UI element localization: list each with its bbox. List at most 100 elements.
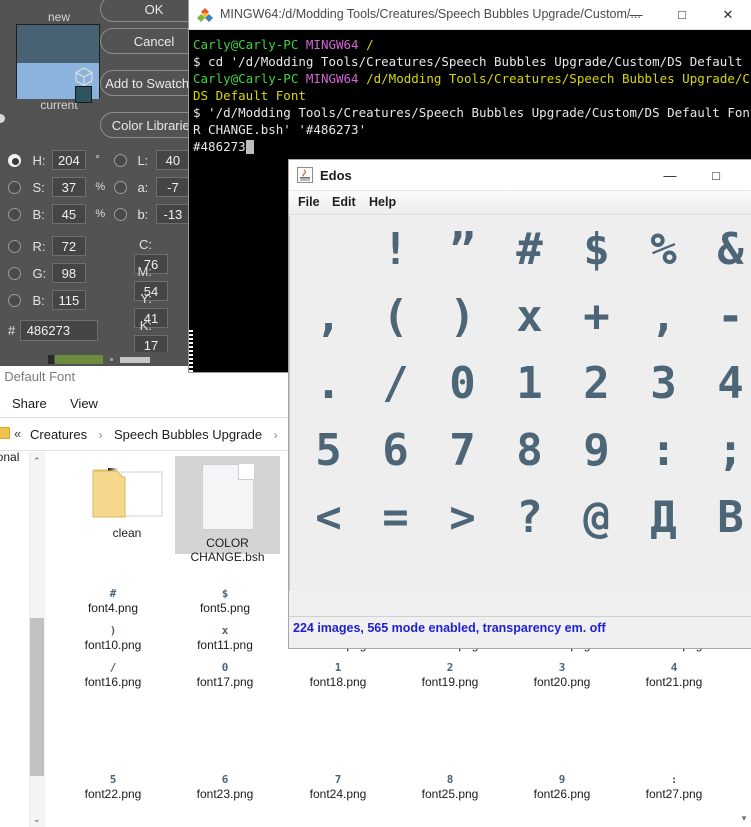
glyph-cell[interactable]: 7 <box>429 417 496 484</box>
png-file-tile[interactable]: 5 font22.png <box>56 773 170 802</box>
tab-view[interactable]: View <box>70 396 98 411</box>
glyph-cell[interactable]: x <box>496 283 563 350</box>
field-row-a[interactable]: a: -7 <box>114 177 190 199</box>
png-file-tile[interactable]: # font4.png <box>56 587 170 616</box>
field-row-H[interactable]: H: 204 ° <box>8 150 100 172</box>
radio-a[interactable] <box>114 180 127 194</box>
png-file-tile[interactable]: 4 font21.png <box>617 661 731 690</box>
field-row-Y[interactable]: Y: 41 <box>130 290 190 328</box>
glyph-cell[interactable]: 4 <box>697 350 751 417</box>
new-color-swatch[interactable] <box>17 25 99 63</box>
input-b[interactable]: -13 <box>155 204 190 224</box>
glyph-cell[interactable]: 3 <box>630 350 697 417</box>
edos-minimize-button[interactable]: — <box>647 160 693 191</box>
field-row-M[interactable]: M: 54 <box>130 263 190 301</box>
input-S[interactable]: 37 <box>51 177 86 197</box>
nav-scroll-down-icon[interactable]: ⌄ <box>33 814 41 825</box>
field-row-B[interactable]: B: 45 % <box>8 204 105 226</box>
out-of-gamut-cube-icon[interactable] <box>73 66 95 88</box>
glyph-cell[interactable]: # <box>496 216 563 283</box>
glyph-cell[interactable]: B <box>697 484 751 551</box>
mingw-maximize-button[interactable]: □ <box>659 0 705 30</box>
mingw-title-bar[interactable]: MINGW64:/d/Modding Tools/Creatures/Speec… <box>189 0 751 30</box>
glyph-cell[interactable]: + <box>563 283 630 350</box>
glyph-cell[interactable]: 0 <box>429 350 496 417</box>
radio-R[interactable] <box>8 239 21 253</box>
field-row-G[interactable]: G: 98 <box>8 263 86 285</box>
input-H[interactable]: 204 <box>51 150 86 170</box>
tab-share[interactable]: Share <box>12 396 47 411</box>
glyph-cell[interactable]: . <box>295 350 362 417</box>
radio-B[interactable] <box>8 207 21 221</box>
field-row-L[interactable]: L: 40 <box>114 150 190 172</box>
glyph-cell[interactable]: ? <box>496 484 563 551</box>
menu-edit[interactable]: Edit <box>332 195 356 209</box>
glyph-cell[interactable]: / <box>362 350 429 417</box>
field-row-R[interactable]: R: 72 <box>8 236 86 258</box>
mingw-close-button[interactable]: ✕ <box>705 0 751 30</box>
glyph-cell[interactable]: Д <box>630 484 697 551</box>
png-file-tile[interactable]: 8 font25.png <box>393 773 507 802</box>
nav-scrollbar-thumb[interactable] <box>30 618 44 776</box>
png-file-tile[interactable]: 6 font23.png <box>168 773 282 802</box>
radio-B-blue[interactable] <box>8 293 21 307</box>
glyph-cell[interactable]: ) <box>429 283 496 350</box>
png-file-tile[interactable]: x font11.png <box>168 624 282 653</box>
input-a[interactable]: -7 <box>155 177 190 197</box>
gamut-alternative-swatch[interactable] <box>75 86 92 103</box>
breadcrumb-overflow-icon[interactable]: « <box>14 426 21 441</box>
field-row-C[interactable]: C: 76 <box>130 236 190 274</box>
glyph-cell[interactable]: , <box>630 283 697 350</box>
input-G[interactable]: 98 <box>51 263 86 283</box>
hex-field-row[interactable]: # 486273 <box>8 320 98 341</box>
png-file-tile[interactable]: 3 font20.png <box>505 661 619 690</box>
mingw-minimize-button[interactable]: — <box>613 0 659 30</box>
input-R[interactable]: 72 <box>51 236 86 256</box>
glyph-cell[interactable]: & <box>697 216 751 283</box>
explorer-scroll-down-icon[interactable]: ▾ <box>737 813 751 827</box>
glyph-cell[interactable]: - <box>697 283 751 350</box>
field-row-K[interactable]: K: 17 <box>130 317 190 355</box>
png-file-tile[interactable]: 2 font19.png <box>393 661 507 690</box>
breadcrumb-item-speech-bubbles-upgrade[interactable]: Speech Bubbles Upgrade <box>114 427 262 442</box>
glyph-cell[interactable]: 8 <box>496 417 563 484</box>
radio-H[interactable] <box>8 153 21 167</box>
png-file-tile[interactable]: ) font10.png <box>56 624 170 653</box>
glyph-cell[interactable]: % <box>630 216 697 283</box>
glyph-cell[interactable]: @ <box>563 484 630 551</box>
radio-L[interactable] <box>114 153 127 167</box>
png-file-tile[interactable]: $ font5.png <box>168 587 282 616</box>
file-tile-color-change-bsh[interactable]: COLOR CHANGE.bsh <box>175 456 280 564</box>
menu-file[interactable]: File <box>298 195 320 209</box>
field-row-B-blue[interactable]: B: 115 <box>8 290 86 312</box>
png-file-tile[interactable]: 7 font24.png <box>281 773 395 802</box>
radio-G[interactable] <box>8 266 21 280</box>
png-file-tile[interactable]: / font16.png <box>56 661 170 690</box>
glyph-cell[interactable]: < <box>295 484 362 551</box>
hex-input[interactable]: 486273 <box>19 320 98 341</box>
edos-close-button[interactable]: ✕ <box>739 160 751 191</box>
edos-maximize-button[interactable]: □ <box>693 160 739 191</box>
menu-help[interactable]: Help <box>369 195 396 209</box>
input-L[interactable]: 40 <box>155 150 190 170</box>
input-B-blue[interactable]: 115 <box>51 290 86 310</box>
png-file-tile[interactable]: 9 font26.png <box>505 773 619 802</box>
nav-item-personal[interactable]: ersonal <box>0 452 19 464</box>
file-tile-clean[interactable]: clean <box>70 464 184 540</box>
edos-title-bar[interactable]: Edos — □ ✕ <box>289 160 751 191</box>
glyph-cell[interactable]: : <box>630 417 697 484</box>
breadcrumb-separator-1[interactable]: › <box>92 428 110 442</box>
glyph-cell[interactable]: ” <box>429 216 496 283</box>
glyph-cell[interactable]: 9 <box>563 417 630 484</box>
field-row-S[interactable]: S: 37 % <box>8 177 105 199</box>
glyph-cell[interactable]: 2 <box>563 350 630 417</box>
glyph-cell[interactable]: , <box>295 283 362 350</box>
input-B[interactable]: 45 <box>51 204 86 224</box>
png-file-tile[interactable]: 1 font18.png <box>281 661 395 690</box>
png-file-tile[interactable]: : font27.png <box>617 773 731 802</box>
field-row-b[interactable]: b: -13 <box>114 204 190 226</box>
radio-S[interactable] <box>8 180 21 194</box>
radio-b[interactable] <box>114 207 127 221</box>
png-file-tile[interactable]: 0 font17.png <box>168 661 282 690</box>
glyph-cell[interactable]: $ <box>563 216 630 283</box>
